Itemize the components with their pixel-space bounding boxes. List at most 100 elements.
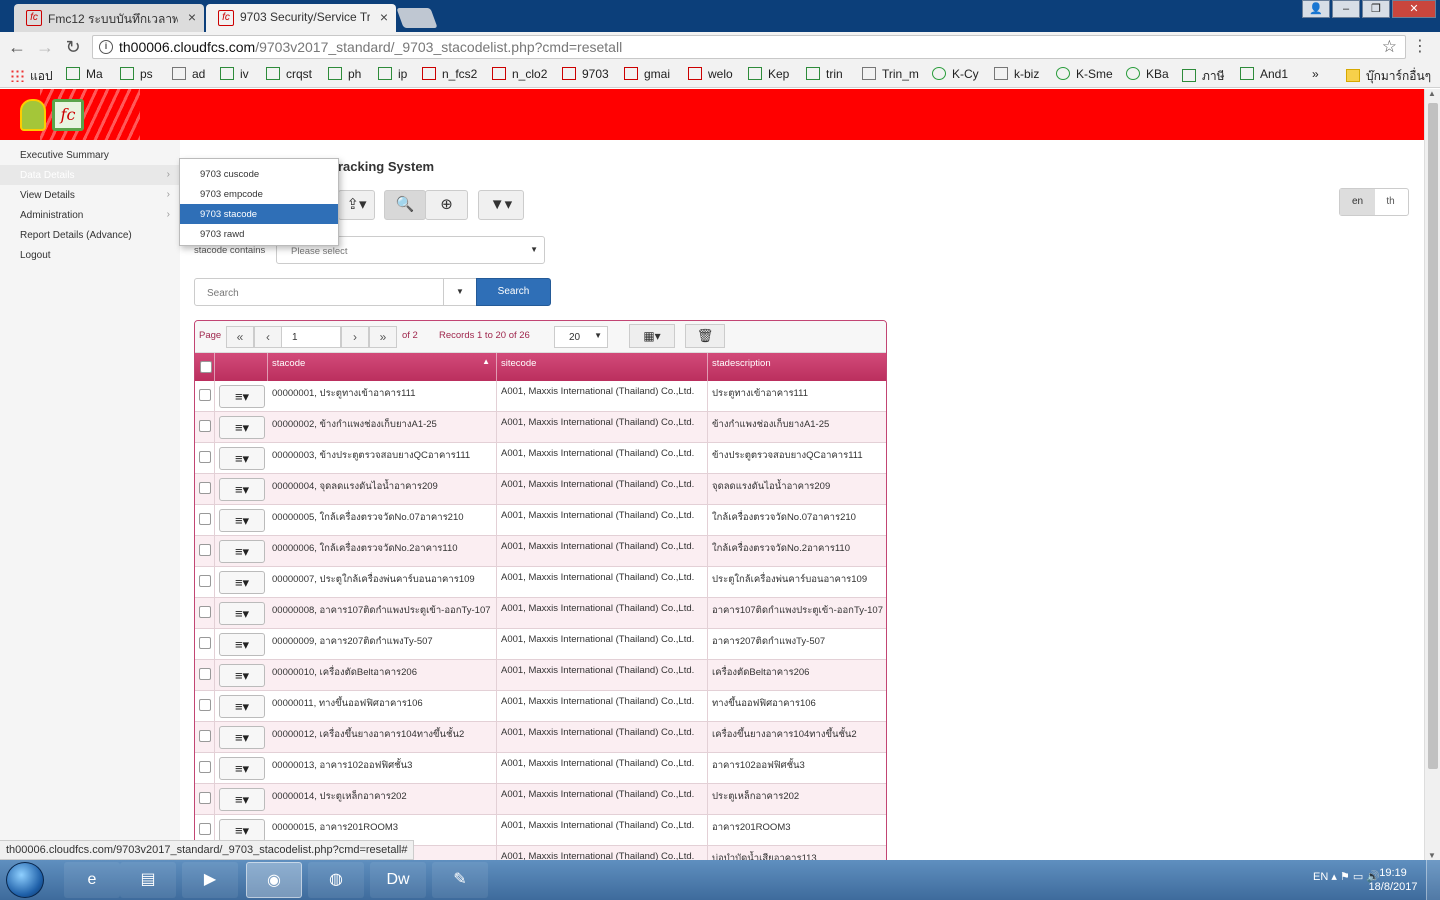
row-checkbox[interactable] xyxy=(199,513,211,525)
bookmark-7[interactable]: ip xyxy=(378,67,407,81)
row-actions-menu-icon[interactable]: ≡▾ xyxy=(219,540,265,563)
row-actions-menu-icon[interactable]: ≡▾ xyxy=(219,385,265,408)
row-actions-menu-icon[interactable]: ≡▾ xyxy=(219,602,265,625)
tab-close-icon[interactable]: × xyxy=(380,9,388,25)
bookmark-13[interactable]: Kep xyxy=(748,67,789,81)
info-icon[interactable]: i xyxy=(99,40,113,54)
bookmark-21[interactable]: And1 xyxy=(1240,67,1288,81)
back-icon[interactable]: ← xyxy=(6,36,28,58)
header-sitecode[interactable]: sitecode xyxy=(497,353,708,381)
bookmark-10[interactable]: 9703 xyxy=(562,67,609,81)
row-checkbox[interactable] xyxy=(199,761,211,773)
header-stacode[interactable]: stacode ▲ xyxy=(268,353,497,381)
bookmark-19[interactable]: KBa xyxy=(1126,67,1169,81)
page-scrollbar[interactable]: ▲ ▼ xyxy=(1424,89,1440,860)
bookmark-18[interactable]: K-Sme xyxy=(1056,67,1113,81)
row-checkbox[interactable] xyxy=(199,606,211,618)
paint-icon[interactable]: ✎ xyxy=(432,862,488,898)
row-checkbox[interactable] xyxy=(199,389,211,401)
row-checkbox[interactable] xyxy=(199,730,211,742)
bookmark-22[interactable]: » xyxy=(1312,67,1319,81)
browser-tab-fmc12[interactable]: fc Fmc12 ระบบบันทึกเวลาพนักงาน × xyxy=(14,4,204,32)
scroll-up-icon[interactable]: ▲ xyxy=(1428,89,1436,98)
sidebar-item-data-details[interactable]: Data Details › xyxy=(0,165,180,185)
column-layout-button[interactable]: ▦▾ xyxy=(629,324,675,348)
maximize-icon[interactable]: ❐ xyxy=(1362,0,1390,18)
submenu-item-cuscode[interactable]: 9703 cuscode xyxy=(180,164,338,184)
first-page-icon[interactable]: « xyxy=(226,326,254,348)
row-checkbox[interactable] xyxy=(199,637,211,649)
firefox-icon[interactable]: ◍ xyxy=(308,862,364,898)
submenu-item-stacode[interactable]: 9703 stacode xyxy=(180,204,338,224)
row-actions-menu-icon[interactable]: ≡▾ xyxy=(219,509,265,532)
row-checkbox[interactable] xyxy=(199,451,211,463)
fc-logo-icon[interactable]: fc xyxy=(52,99,84,131)
sidebar-item-report-details[interactable]: Report Details (Advance) xyxy=(0,225,180,245)
forward-icon[interactable]: → xyxy=(34,36,56,58)
bookmark-23[interactable]: บุ๊กมาร์กอื่นๆ xyxy=(1346,67,1431,86)
tray-arrow-icon[interactable]: ▴ xyxy=(1331,871,1340,883)
lang-th-button[interactable]: th xyxy=(1373,189,1408,215)
submenu-item-empcode[interactable]: 9703 empcode xyxy=(180,184,338,204)
row-actions-menu-icon[interactable]: ≡▾ xyxy=(219,633,265,656)
row-checkbox[interactable] xyxy=(199,823,211,835)
browser-tab-9703[interactable]: fc 9703 Security/Service Tracking × xyxy=(206,4,396,32)
bookmark-5[interactable]: crqst xyxy=(266,67,312,81)
search-toggle-button[interactable]: 🔍 xyxy=(384,190,426,220)
scrollbar-thumb[interactable] xyxy=(1428,103,1438,769)
bookmark-8[interactable]: n_fcs2 xyxy=(422,67,477,81)
row-checkbox[interactable] xyxy=(199,792,211,804)
bookmark-star-icon[interactable]: ☆ xyxy=(1382,37,1397,57)
row-checkbox[interactable] xyxy=(199,668,211,680)
row-actions-menu-icon[interactable]: ≡▾ xyxy=(219,447,265,470)
bookmark-17[interactable]: k-biz xyxy=(994,67,1039,81)
filter-button[interactable]: ▼▾ xyxy=(478,190,524,220)
tab-close-icon[interactable]: × xyxy=(188,9,196,25)
bookmark-6[interactable]: ph xyxy=(328,67,361,81)
network-icon[interactable]: ▭ xyxy=(1353,871,1366,883)
bookmark-12[interactable]: welo xyxy=(688,67,733,81)
dreamweaver-icon[interactable]: Dw xyxy=(370,862,426,898)
row-checkbox[interactable] xyxy=(199,482,211,494)
bookmark-0[interactable]: แอป xyxy=(10,67,53,86)
action-center-icon[interactable]: ⚑ xyxy=(1340,871,1350,883)
new-tab-button[interactable] xyxy=(396,8,438,28)
media-player-icon[interactable]: ▶ xyxy=(182,862,238,898)
bookmark-3[interactable]: ad xyxy=(172,67,205,81)
row-actions-menu-icon[interactable]: ≡▾ xyxy=(219,664,265,687)
sidebar-item-executive-summary[interactable]: Executive Summary xyxy=(0,145,180,165)
advanced-search-button[interactable]: ⊕ xyxy=(425,190,468,220)
sidebar-item-administration[interactable]: Administration › xyxy=(0,205,180,225)
last-page-icon[interactable]: » xyxy=(369,326,397,348)
bookmark-2[interactable]: ps xyxy=(120,67,153,81)
bookmark-4[interactable]: iv xyxy=(220,67,249,81)
row-actions-menu-icon[interactable]: ≡▾ xyxy=(219,819,265,842)
submenu-item-rawd[interactable]: 9703 rawd xyxy=(180,224,338,244)
row-actions-menu-icon[interactable]: ≡▾ xyxy=(219,571,265,594)
search-options-dropdown[interactable]: ▼ xyxy=(443,278,477,306)
next-page-icon[interactable]: › xyxy=(341,326,369,348)
row-actions-menu-icon[interactable]: ≡▾ xyxy=(219,788,265,811)
page-size-select[interactable]: 20 ▼ xyxy=(554,326,608,348)
select-all-checkbox[interactable] xyxy=(200,361,212,373)
sidebar-item-logout[interactable]: Logout xyxy=(0,245,180,265)
row-actions-menu-icon[interactable]: ≡▾ xyxy=(219,726,265,749)
close-window-icon[interactable]: ✕ xyxy=(1392,0,1436,18)
header-stadescription[interactable]: stadescription xyxy=(708,353,886,381)
delete-button[interactable]: 🗑 xyxy=(685,324,725,348)
bookmark-14[interactable]: trin xyxy=(806,67,843,81)
row-actions-menu-icon[interactable]: ≡▾ xyxy=(219,416,265,439)
row-actions-menu-icon[interactable]: ≡▾ xyxy=(219,757,265,780)
bookmark-15[interactable]: Trin_m xyxy=(862,67,919,81)
bookmark-1[interactable]: Ma xyxy=(66,67,103,81)
start-button[interactable] xyxy=(6,862,44,898)
user-icon[interactable]: 👤 xyxy=(1302,0,1330,18)
row-checkbox[interactable] xyxy=(199,544,211,556)
lang-en-button[interactable]: en xyxy=(1340,189,1375,215)
internet-explorer-icon[interactable]: e xyxy=(64,862,120,898)
search-input[interactable]: Search xyxy=(194,278,444,306)
row-checkbox[interactable] xyxy=(199,575,211,587)
row-checkbox[interactable] xyxy=(199,420,211,432)
bookmark-20[interactable]: ภาษี xyxy=(1182,67,1225,86)
search-button[interactable]: Search xyxy=(476,278,551,306)
